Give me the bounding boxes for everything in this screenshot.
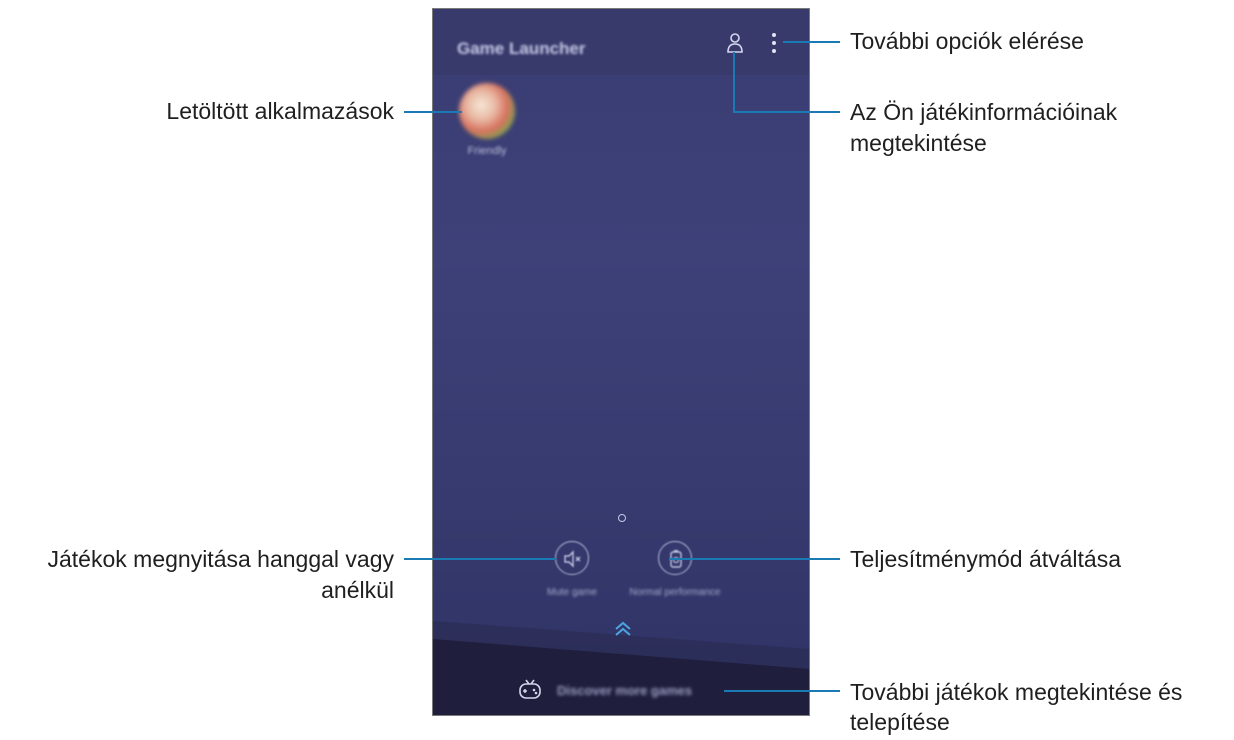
callout-vline-profile bbox=[733, 52, 735, 113]
callout-profile-line1: Az Ön játékinformációinak bbox=[850, 99, 1118, 125]
performance-mode-label: Normal performance bbox=[629, 587, 721, 598]
page-indicator bbox=[618, 514, 626, 522]
callout-discover-line2: telepítése bbox=[850, 709, 950, 735]
annotated-screenshot: Game Launcher Friendly Mute game Normal … bbox=[0, 0, 1234, 740]
callout-sound-line2: anélkül bbox=[321, 577, 394, 603]
discover-more-games-label: Discover more games bbox=[557, 683, 693, 698]
profile-icon[interactable] bbox=[726, 31, 744, 55]
mute-game-button[interactable] bbox=[555, 541, 589, 575]
game-app-label: Friendly bbox=[467, 145, 507, 157]
callout-line-sound bbox=[404, 558, 556, 560]
game-app-icon[interactable] bbox=[459, 83, 515, 139]
callout-downloaded-apps: Letöltött alkalmazások bbox=[166, 98, 394, 124]
callout-sound-line1: Játékok megnyitása hanggal vagy bbox=[47, 546, 395, 572]
app-title: Game Launcher bbox=[457, 39, 586, 58]
callout-discover-line1: További játékok megtekintése és bbox=[850, 679, 1183, 705]
callout-line-more-options bbox=[783, 41, 840, 43]
game-launcher-screen: Game Launcher Friendly Mute game Normal … bbox=[432, 8, 810, 716]
gamepad-icon bbox=[519, 679, 541, 699]
callout-profile-line2: megtekintése bbox=[850, 130, 987, 156]
speaker-mute-icon bbox=[564, 550, 581, 568]
callout-line-profile bbox=[733, 111, 840, 113]
callout-more-options: További opciók elérése bbox=[850, 28, 1084, 54]
chevron-up-double-icon[interactable] bbox=[613, 619, 633, 639]
discover-more-games-button[interactable]: Discover more games bbox=[517, 677, 737, 703]
mute-game-label: Mute game bbox=[546, 587, 598, 598]
callout-line-discover bbox=[724, 690, 840, 692]
callout-line-performance bbox=[669, 558, 840, 560]
more-options-icon[interactable] bbox=[770, 31, 778, 55]
callout-performance: Teljesítménymód átváltása bbox=[850, 546, 1122, 572]
callout-line-downloaded-apps bbox=[404, 111, 462, 113]
